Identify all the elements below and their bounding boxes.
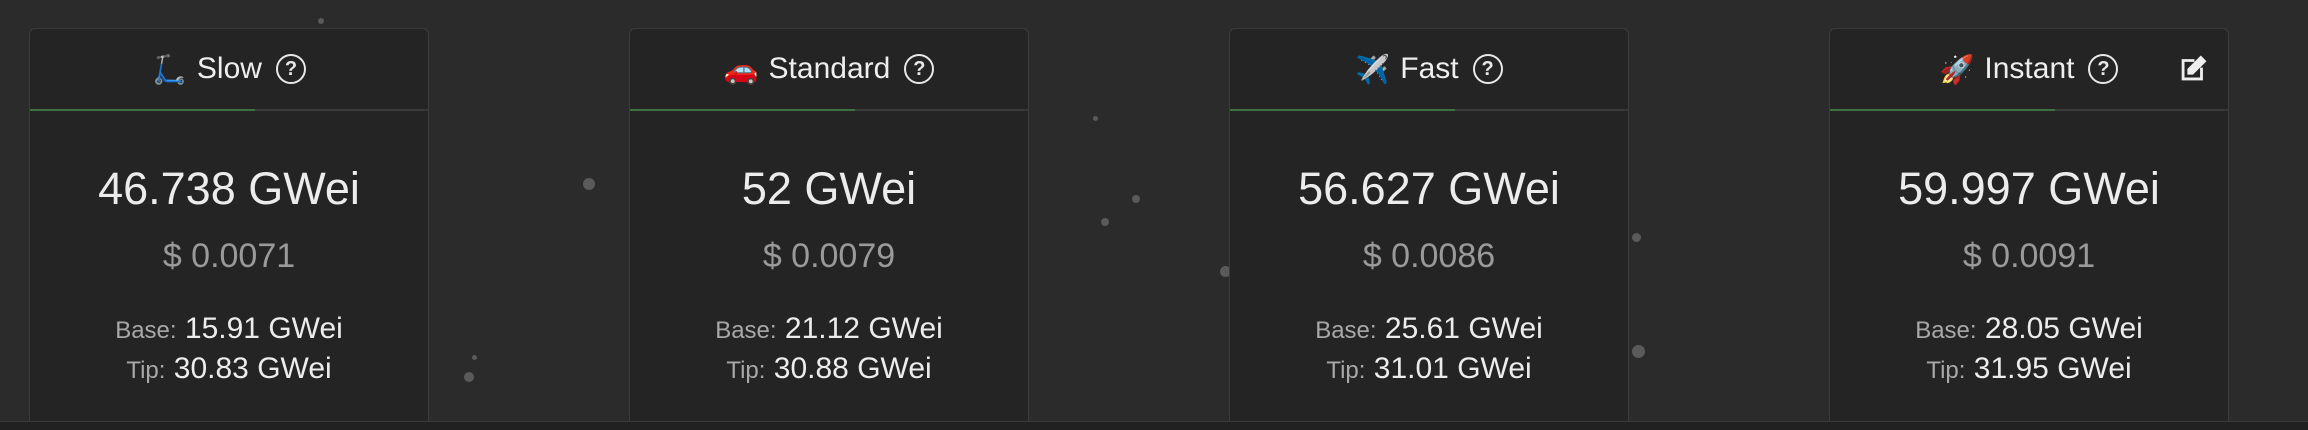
refresh-progress-bar xyxy=(1230,109,1455,111)
card-header: 🚗 Standard ? xyxy=(630,29,1028,111)
tip-value: 30.83 GWei xyxy=(173,352,332,385)
background-particle xyxy=(1632,345,1645,358)
refresh-progress-bar xyxy=(630,109,855,111)
speed-tier-label: Slow xyxy=(196,52,262,85)
base-fee-row: Base: 15.91 GWei xyxy=(30,310,428,350)
airplane-icon: ✈️ xyxy=(1355,53,1391,85)
gas-card-instant[interactable]: 🚀 Instant ? 59.997 GWei $ 0.0091 Base: 2… xyxy=(1829,28,2229,430)
gas-price-panel: 🛴 Slow ? 46.738 GWei $ 0.0071 Base: 15.9… xyxy=(0,0,2308,430)
base-fee-value: 15.91 GWei xyxy=(184,312,343,345)
base-fee-value: 21.12 GWei xyxy=(784,312,943,345)
scooter-icon: 🛴 xyxy=(152,53,187,85)
gas-price: 56.627 GWei xyxy=(1298,163,1560,214)
car-icon: 🚗 xyxy=(723,53,759,85)
speed-tier-label: Instant xyxy=(1984,52,2075,85)
question-circle-icon[interactable]: ? xyxy=(2088,54,2119,84)
background-particle xyxy=(318,18,324,24)
tip-row: Tip: 31.95 GWei xyxy=(1830,350,2228,390)
question-circle-icon[interactable]: ? xyxy=(904,54,935,84)
refresh-progress-bar xyxy=(30,109,255,111)
edit-icon[interactable] xyxy=(2176,52,2210,86)
gas-price: 52 GWei xyxy=(741,163,917,214)
base-fee-row: Base: 21.12 GWei xyxy=(630,310,1028,350)
usd-cost: $ 0.0086 xyxy=(1362,237,1496,275)
tip-row: Tip: 31.01 GWei xyxy=(1230,350,1628,390)
background-particle xyxy=(1632,233,1641,242)
base-fee-row: Base: 28.05 GWei xyxy=(1830,310,2228,350)
gas-price: 59.997 GWei xyxy=(1898,163,2160,214)
usd-cost: $ 0.0091 xyxy=(1962,237,2096,275)
usd-cost: $ 0.0071 xyxy=(162,237,296,275)
background-particle xyxy=(464,372,474,382)
tip-value: 30.88 GWei xyxy=(773,352,932,385)
tip-label: Tip: xyxy=(1326,357,1366,384)
usd-cost: $ 0.0079 xyxy=(762,237,896,275)
tip-label: Tip: xyxy=(126,357,166,384)
card-header: ✈️ Fast ? xyxy=(1230,29,1628,111)
question-circle-icon[interactable]: ? xyxy=(1472,54,1503,84)
background-particle xyxy=(583,178,595,190)
card-header: 🚀 Instant ? xyxy=(1830,29,2228,111)
tip-label: Tip: xyxy=(1926,357,1966,384)
base-fee-value: 28.05 GWei xyxy=(1984,312,2143,345)
background-particle xyxy=(472,355,477,360)
rocket-icon: 🚀 xyxy=(1939,53,1975,85)
base-fee-label: Base: xyxy=(1315,317,1377,344)
base-fee-label: Base: xyxy=(715,317,777,344)
tip-value: 31.01 GWei xyxy=(1373,352,1532,385)
gas-card-slow[interactable]: 🛴 Slow ? 46.738 GWei $ 0.0071 Base: 15.9… xyxy=(29,28,429,430)
background-particle xyxy=(1132,195,1140,203)
base-fee-row: Base: 25.61 GWei xyxy=(1230,310,1628,350)
speed-tier-label: Fast xyxy=(1400,52,1459,85)
tip-row: Tip: 30.83 GWei xyxy=(30,350,428,390)
gas-card-fast[interactable]: ✈️ Fast ? 56.627 GWei $ 0.0086 Base: 25.… xyxy=(1229,28,1629,430)
refresh-progress-bar xyxy=(1830,109,2055,111)
gas-card-standard[interactable]: 🚗 Standard ? 52 GWei $ 0.0079 Base: 21.1… xyxy=(629,28,1029,430)
gas-price: 46.738 GWei xyxy=(98,163,360,214)
base-fee-label: Base: xyxy=(115,317,177,344)
tip-label: Tip: xyxy=(726,357,766,384)
background-particle xyxy=(1101,218,1109,226)
tip-value: 31.95 GWei xyxy=(1973,352,2132,385)
base-fee-value: 25.61 GWei xyxy=(1384,312,1543,345)
base-fee-label: Base: xyxy=(1915,317,1977,344)
bottom-divider xyxy=(0,421,2308,430)
card-header: 🛴 Slow ? xyxy=(30,29,428,111)
tip-row: Tip: 30.88 GWei xyxy=(630,350,1028,390)
speed-tier-label: Standard xyxy=(768,52,891,85)
background-particle xyxy=(1093,116,1098,121)
question-circle-icon[interactable]: ? xyxy=(275,54,306,84)
